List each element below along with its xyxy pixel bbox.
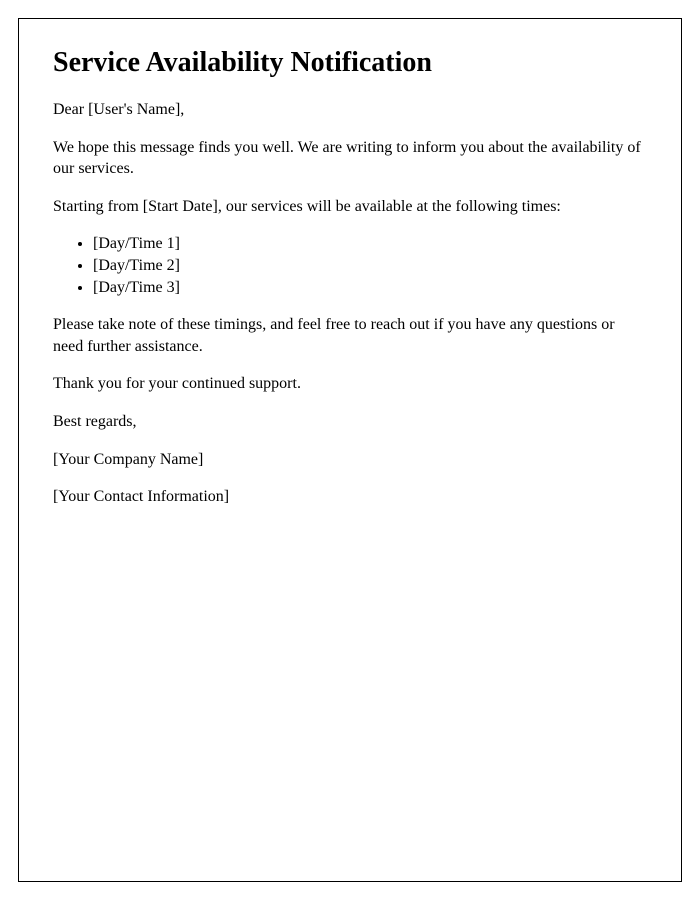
- list-item: [Day/Time 2]: [93, 255, 647, 277]
- greeting: Dear [User's Name],: [53, 99, 647, 121]
- schedule-lead: Starting from [Start Date], our services…: [53, 196, 647, 218]
- list-item: [Day/Time 1]: [93, 233, 647, 255]
- document-frame: Service Availability Notification Dear […: [18, 18, 682, 882]
- page-title: Service Availability Notification: [53, 47, 647, 79]
- company-name: [Your Company Name]: [53, 449, 647, 471]
- note-paragraph: Please take note of these timings, and f…: [53, 314, 647, 357]
- list-item: [Day/Time 3]: [93, 277, 647, 299]
- signoff: Best regards,: [53, 411, 647, 433]
- contact-info: [Your Contact Information]: [53, 486, 647, 508]
- intro-paragraph: We hope this message finds you well. We …: [53, 137, 647, 180]
- thanks-paragraph: Thank you for your continued support.: [53, 373, 647, 395]
- schedule-list: [Day/Time 1] [Day/Time 2] [Day/Time 3]: [53, 233, 647, 298]
